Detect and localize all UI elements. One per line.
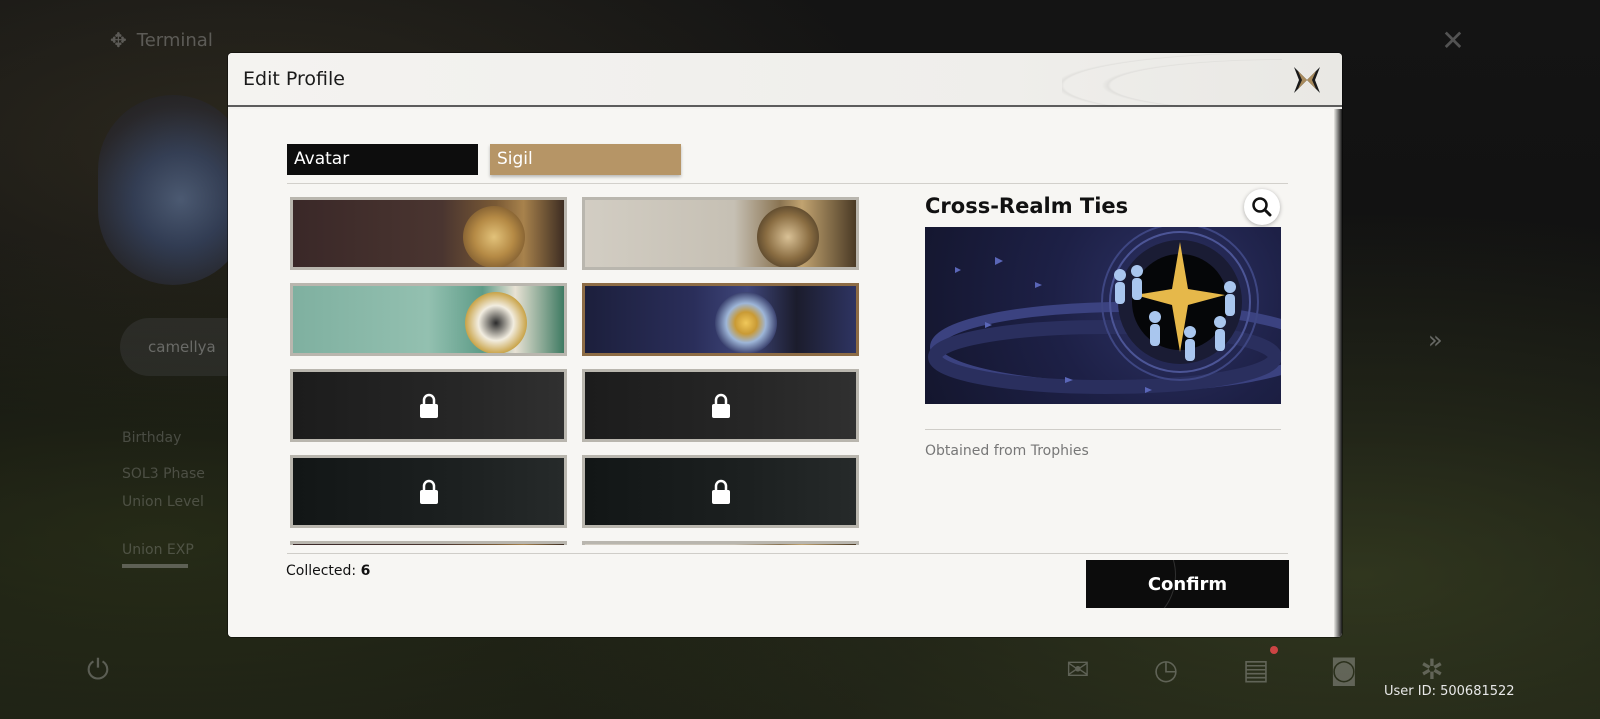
sigil-detail-title: Cross-Realm Ties xyxy=(925,194,1129,218)
notification-dot xyxy=(1270,646,1278,654)
button-decoration xyxy=(1086,560,1176,608)
terminal-header: ✥ Terminal xyxy=(110,28,213,52)
stat-sol3-phase: SOL3 Phase xyxy=(122,466,205,482)
stat-birthday: Birthday xyxy=(122,430,182,446)
grid-divider xyxy=(287,553,1288,554)
header-decoration xyxy=(1062,53,1282,107)
sigil-preview-image xyxy=(925,227,1281,404)
clock-icon: ◷ xyxy=(1153,653,1179,686)
collected-label: Collected: xyxy=(286,563,357,579)
sigil-item[interactable] xyxy=(582,541,859,545)
stat-union-exp: Union EXP xyxy=(122,542,194,558)
terminal-icon: ✥ xyxy=(110,28,127,52)
tab-sigil[interactable]: Sigil xyxy=(490,144,681,175)
tab-divider xyxy=(287,183,1288,184)
sigil-art xyxy=(465,292,527,353)
sigil-preview-art xyxy=(928,227,1281,394)
mail-icon: ✉ xyxy=(1066,653,1090,686)
sigil-art xyxy=(463,206,525,267)
sigil-grid xyxy=(290,197,860,545)
sigil-art xyxy=(715,292,777,353)
user-id: User ID: 500681522 xyxy=(1384,684,1515,699)
terminal-label: Terminal xyxy=(136,29,213,51)
tab-avatar[interactable]: Avatar xyxy=(287,144,478,175)
notes-icon: ▤ xyxy=(1242,653,1270,686)
close-icon xyxy=(1294,67,1320,93)
lock-icon xyxy=(419,479,438,504)
sigil-item[interactable] xyxy=(290,283,567,356)
modal-header: Edit Profile xyxy=(228,53,1342,107)
detail-divider xyxy=(925,429,1281,430)
sigil-item[interactable] xyxy=(290,197,567,270)
sigil-item-locked[interactable] xyxy=(582,369,859,442)
sigil-item-locked[interactable] xyxy=(290,455,567,528)
lock-icon xyxy=(419,393,438,418)
edit-profile-modal: Edit Profile Avatar Sigil Collected: 6 C… xyxy=(228,53,1342,637)
power-icon: ⏻ xyxy=(86,653,110,686)
username-text: camellya xyxy=(148,338,216,356)
close-button[interactable] xyxy=(1290,63,1324,97)
search-icon xyxy=(1252,197,1272,217)
sigil-item-locked[interactable] xyxy=(582,455,859,528)
collected-number: 6 xyxy=(360,563,371,579)
modal-edge xyxy=(1334,109,1342,637)
next-arrow-icon: » xyxy=(1428,326,1443,354)
sigil-source-text: Obtained from Trophies xyxy=(925,443,1089,459)
sigil-item-selected[interactable] xyxy=(582,283,859,356)
camera-icon: ◙ xyxy=(1330,653,1358,686)
sigil-item[interactable] xyxy=(290,541,567,545)
collected-count: Collected: 6 xyxy=(286,563,370,579)
lock-icon xyxy=(711,479,730,504)
sigil-art xyxy=(757,206,819,267)
union-exp-bar xyxy=(122,564,188,568)
screen-close-icon: ✕ xyxy=(1441,24,1465,57)
stat-union-level: Union Level xyxy=(122,494,204,510)
zoom-button[interactable] xyxy=(1244,189,1280,225)
lock-icon xyxy=(711,393,730,418)
modal-title: Edit Profile xyxy=(243,68,345,90)
confirm-button[interactable]: Confirm xyxy=(1086,560,1289,608)
sigil-item-locked[interactable] xyxy=(290,369,567,442)
sigil-item[interactable] xyxy=(582,197,859,270)
profile-avatar xyxy=(98,95,248,285)
